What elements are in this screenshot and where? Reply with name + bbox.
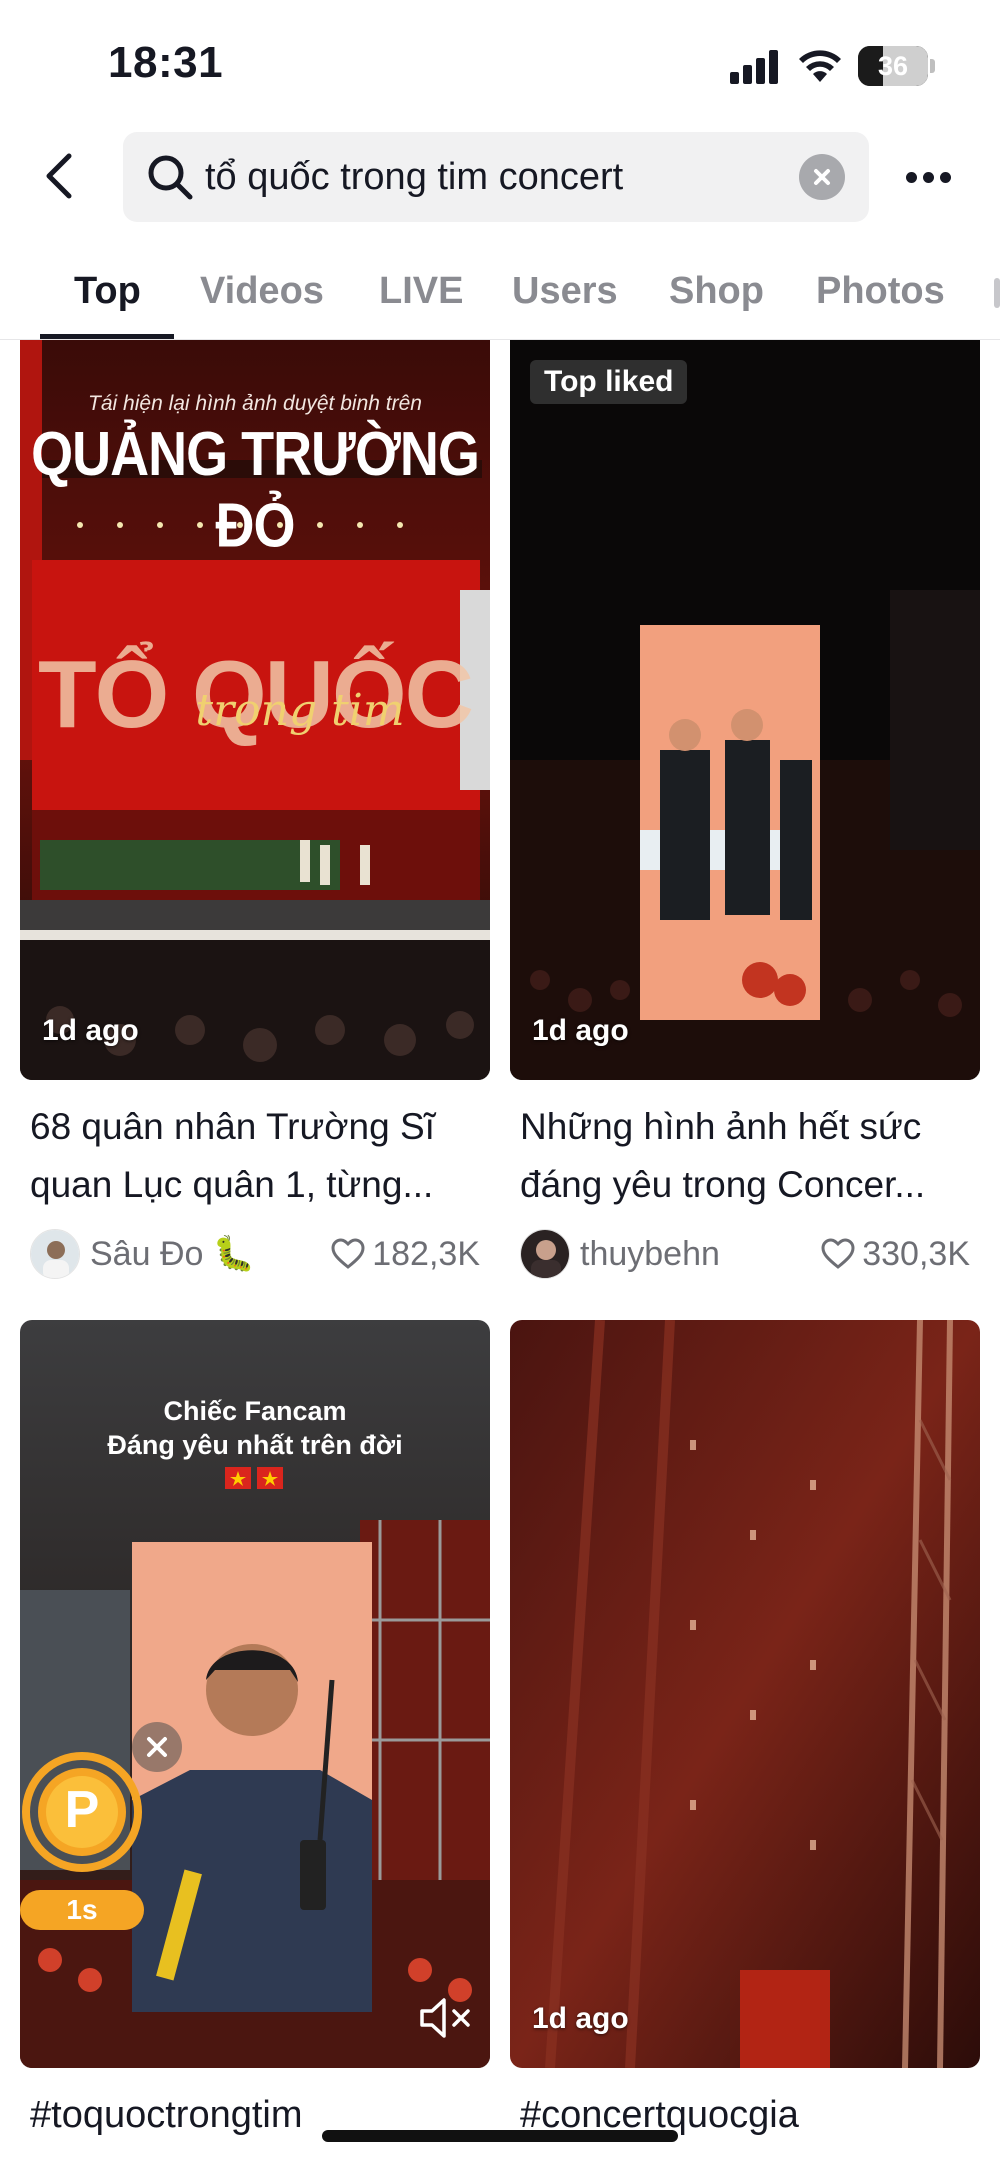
result-card[interactable]: Top liked 1d ago Những hình ảnh hết sức … <box>510 340 980 1290</box>
heart-icon <box>821 1238 855 1269</box>
search-icon <box>148 155 193 200</box>
likes-count: 182,3K <box>372 1234 480 1273</box>
dot-icon <box>905 171 917 183</box>
avatar <box>30 1229 80 1279</box>
top-liked-badge: Top liked <box>530 360 688 404</box>
video-thumbnail[interactable]: 1d ago <box>510 1320 980 2068</box>
battery-body: 36 <box>858 46 928 86</box>
author-link[interactable]: thuybehn <box>520 1228 720 1280</box>
active-tab-indicator <box>40 334 174 339</box>
video-caption-hashtag[interactable]: #toquoctrongtim <box>30 2094 303 2137</box>
tab-videos[interactable]: Videos <box>200 270 324 313</box>
muted-speaker-icon[interactable] <box>418 1994 474 2042</box>
like-count: 182,3K <box>330 1228 480 1280</box>
result-card[interactable]: 1d ago <box>510 1320 980 2080</box>
caption-line: Những hình ảnh hết sức <box>520 1106 922 1147</box>
battery-icon: 36 <box>858 46 936 86</box>
battery-percent: 36 <box>877 51 909 81</box>
stage-screen-script: trong tim <box>195 685 405 736</box>
close-icon <box>147 1737 167 1757</box>
back-button[interactable] <box>34 148 82 204</box>
caption-line: quan Lục quân 1, từng... <box>30 1164 434 1205</box>
status-bar: 18:31 36 <box>0 0 1000 120</box>
tab-users[interactable]: Users <box>512 270 618 313</box>
search-input[interactable] <box>205 132 765 222</box>
post-timestamp: 1d ago <box>532 2002 629 2035</box>
video-caption[interactable]: Những hình ảnh hết sức đáng yêu trong Co… <box>520 1098 980 1214</box>
caption-line: đáng yêu trong Concer... <box>520 1164 926 1205</box>
reward-coin-widget[interactable]: P 1s <box>20 1750 144 1930</box>
search-tabs: Top Videos LIVE Users Shop Photos <box>0 248 1000 340</box>
tab-overflow-hint <box>994 278 1000 308</box>
video-thumbnail[interactable]: Tái hiện lại hình ảnh duyệt binh trên QU… <box>20 340 490 1080</box>
tab-photos[interactable]: Photos <box>816 270 945 313</box>
status-time: 18:31 <box>108 38 224 87</box>
author-name: Sâu Đo 🐛 <box>90 1235 256 1273</box>
heart-icon <box>331 1238 365 1269</box>
vietnam-flag-icon <box>225 1467 283 1489</box>
battery-cap <box>930 59 935 73</box>
more-options-button[interactable] <box>898 152 958 202</box>
likes-count: 330,3K <box>862 1234 970 1273</box>
author-link[interactable]: Sâu Đo 🐛 <box>30 1228 255 1280</box>
caption-line: 68 quân nhân Trường Sĩ <box>30 1106 435 1147</box>
like-count: 330,3K <box>820 1228 970 1280</box>
coin-timer: 1s <box>20 1890 144 1930</box>
overlay-title: Chiếc Fancam <box>163 1396 347 1426</box>
wifi-icon <box>799 50 841 82</box>
avatar <box>520 1229 570 1279</box>
post-timestamp: 1d ago <box>42 1014 139 1047</box>
video-thumbnail[interactable]: Top liked 1d ago <box>510 340 980 1080</box>
coin-letter: P <box>64 1781 100 1839</box>
tab-top[interactable]: Top <box>74 270 141 313</box>
clear-search-button[interactable] <box>799 154 845 200</box>
home-indicator <box>322 2130 678 2142</box>
result-card[interactable]: Chiếc Fancam Đáng yêu nhất trên đời <box>20 1320 490 2080</box>
video-thumbnail[interactable]: Chiếc Fancam Đáng yêu nhất trên đời <box>20 1320 490 2068</box>
dot-icon <box>939 171 951 183</box>
tab-shop[interactable]: Shop <box>669 270 764 313</box>
cellular-signal-icon <box>730 50 778 84</box>
close-icon <box>814 169 830 185</box>
video-caption[interactable]: 68 quân nhân Trường Sĩ quan Lục quân 1, … <box>30 1098 490 1214</box>
author-name: thuybehn <box>580 1234 720 1273</box>
dot-icon <box>922 171 934 183</box>
overlay-title: QUẢNG TRƯỜNG ĐỎ <box>31 419 480 561</box>
tab-live[interactable]: LIVE <box>379 270 463 313</box>
chevron-left-icon <box>46 153 72 199</box>
overlay-title: Đáng yêu nhất trên đời <box>107 1430 403 1460</box>
search-box[interactable] <box>123 132 869 222</box>
overlay-subtitle: Tái hiện lại hình ảnh duyệt binh trên <box>88 392 422 415</box>
post-timestamp: 1d ago <box>532 1014 629 1047</box>
result-card[interactable]: Tái hiện lại hình ảnh duyệt binh trên QU… <box>20 340 490 1290</box>
